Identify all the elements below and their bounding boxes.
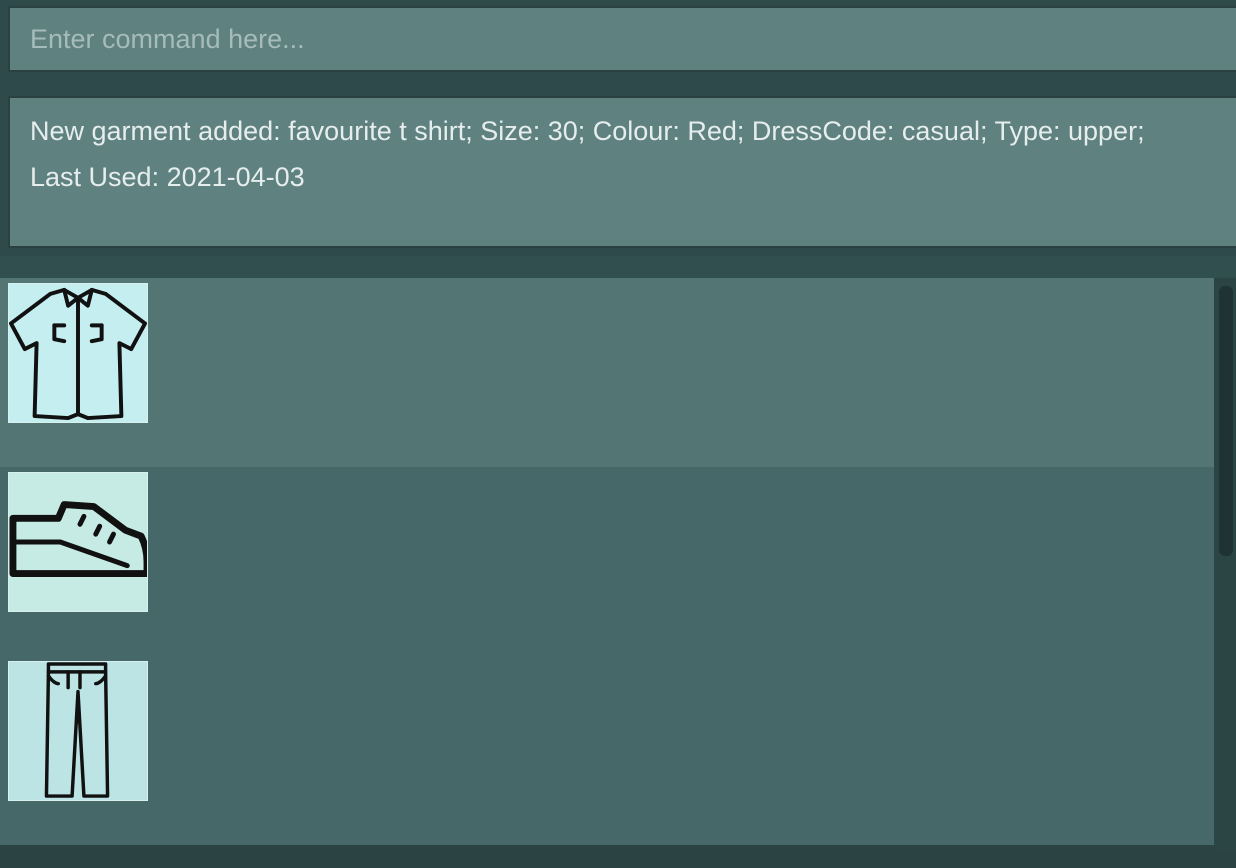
list-scrollbar[interactable] — [1214, 278, 1236, 850]
pants-icon — [44, 662, 110, 798]
garment-card[interactable] — [0, 467, 1214, 656]
garment-list[interactable] — [0, 278, 1214, 850]
shirt-icon — [9, 287, 147, 421]
command-input[interactable] — [8, 6, 1236, 72]
scrollbar-thumb[interactable] — [1219, 286, 1233, 556]
shoe-icon — [9, 501, 147, 577]
garment-list-panel — [0, 278, 1236, 868]
garment-thumbnail — [8, 472, 148, 612]
app-window: New garment added: favourite t shirt; Si… — [0, 0, 1236, 868]
garment-card[interactable] — [0, 278, 1214, 467]
panel-divider — [0, 256, 1236, 278]
garment-thumbnail — [8, 283, 148, 423]
status-strip — [0, 850, 1236, 868]
command-box — [0, 0, 1236, 84]
garment-thumbnail — [8, 661, 148, 801]
result-display: New garment added: favourite t shirt; Si… — [8, 96, 1236, 248]
garment-card[interactable] — [0, 656, 1214, 845]
